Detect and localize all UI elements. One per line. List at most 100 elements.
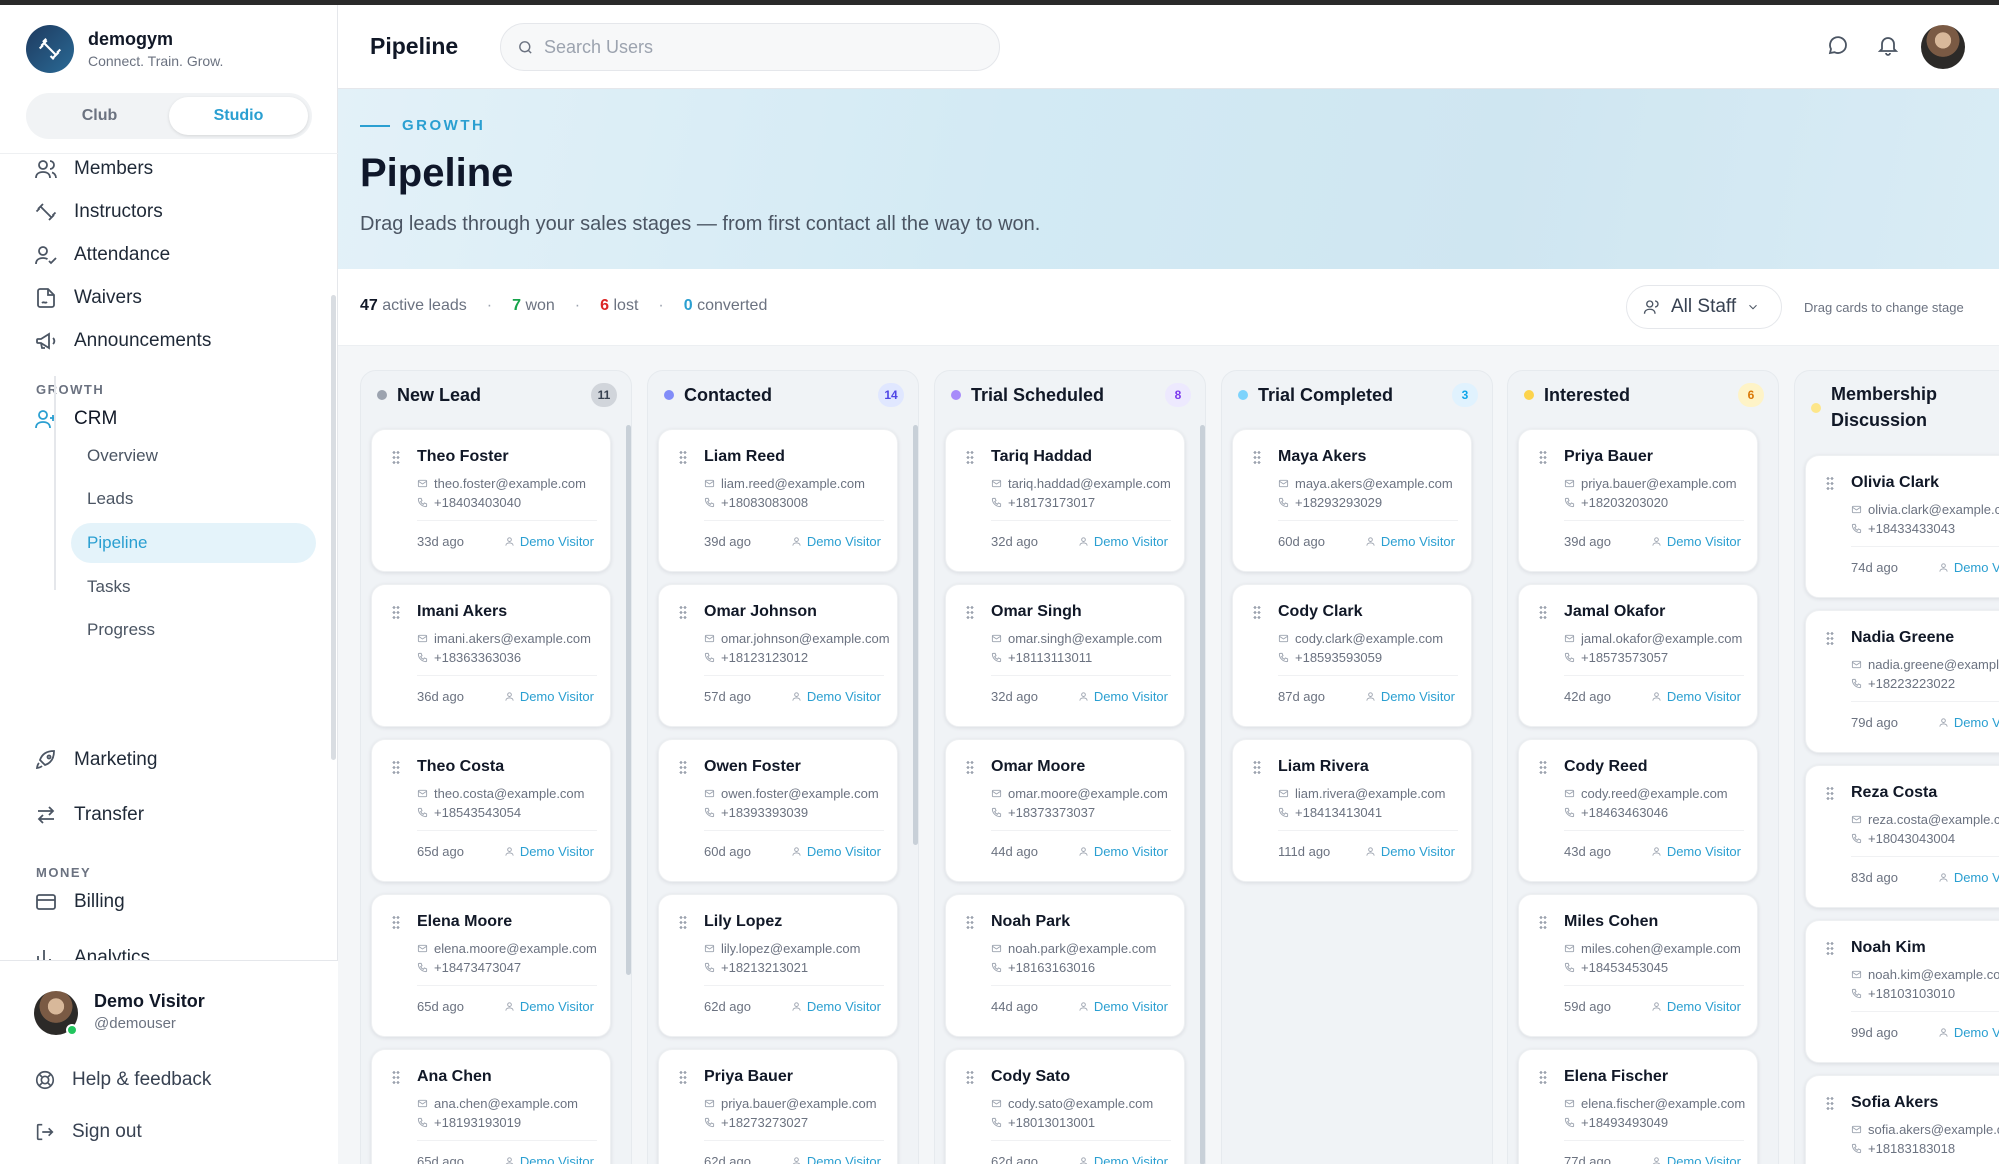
- mode-studio-button[interactable]: Studio: [169, 97, 308, 135]
- lead-card[interactable]: Liam Rivera liam.rivera@example.com +18413…: [1232, 739, 1472, 882]
- avatar[interactable]: [1921, 25, 1965, 69]
- column-scrollbar[interactable]: [913, 425, 918, 845]
- lead-card[interactable]: Cody Clark cody.clark@example.com +1859359…: [1232, 584, 1472, 727]
- lead-owner[interactable]: Demo Visitor: [1651, 999, 1741, 1014]
- lead-card[interactable]: Liam Reed liam.reed@example.com +180830830…: [658, 429, 898, 572]
- lead-card[interactable]: Cody Sato cody.sato@example.com +180130130…: [945, 1049, 1185, 1164]
- column-scrollbar[interactable]: [1200, 425, 1205, 1164]
- sidebar-item-attendance[interactable]: Attendance: [34, 243, 170, 267]
- drag-handle-icon[interactable]: [679, 760, 687, 774]
- drag-handle-icon[interactable]: [1539, 450, 1547, 464]
- lead-card[interactable]: Elena Fischer elena.fischer@example.com +1…: [1518, 1049, 1758, 1164]
- sidebar-item-transfer[interactable]: Transfer: [34, 803, 144, 827]
- lead-owner[interactable]: Demo Visitor: [1938, 1025, 1999, 1040]
- sidebar-subitem-overview[interactable]: Overview: [71, 436, 316, 476]
- sidebar-item-members[interactable]: Members: [34, 157, 153, 181]
- lead-owner[interactable]: Demo Visitor: [1078, 534, 1168, 549]
- lead-card[interactable]: Maya Akers maya.akers@example.com +1829329…: [1232, 429, 1472, 572]
- lead-owner[interactable]: Demo Visitor: [1078, 1154, 1168, 1164]
- drag-handle-icon[interactable]: [1253, 450, 1261, 464]
- drag-handle-icon[interactable]: [1826, 941, 1834, 955]
- lead-owner[interactable]: Demo Visitor: [1938, 870, 1999, 885]
- drag-handle-icon[interactable]: [392, 760, 400, 774]
- sidebar-item-waivers[interactable]: Waivers: [34, 286, 142, 310]
- sidebar-subitem-pipeline[interactable]: Pipeline: [71, 523, 316, 563]
- lead-card[interactable]: Theo Costa theo.costa@example.com +1854354…: [371, 739, 611, 882]
- mode-club-button[interactable]: Club: [30, 97, 169, 135]
- lead-card[interactable]: Omar Singh omar.singh@example.com +1811311…: [945, 584, 1185, 727]
- drag-handle-icon[interactable]: [1539, 915, 1547, 929]
- lead-card[interactable]: Noah Kim noah.kim@example.com +18103103010…: [1805, 920, 1999, 1063]
- sidebar-subitem-leads[interactable]: Leads: [71, 479, 316, 519]
- lead-owner[interactable]: Demo Visitor: [1938, 560, 1999, 575]
- lead-owner[interactable]: Demo Visitor: [1078, 999, 1168, 1014]
- drag-handle-icon[interactable]: [966, 1070, 974, 1084]
- search-input[interactable]: [544, 36, 964, 58]
- lead-card[interactable]: Elena Moore elena.moore@example.com +18473…: [371, 894, 611, 1037]
- lead-owner[interactable]: Demo Visitor: [791, 689, 881, 704]
- drag-handle-icon[interactable]: [392, 450, 400, 464]
- lead-owner[interactable]: Demo Visitor: [1078, 844, 1168, 859]
- sidebar-item-billing[interactable]: Billing: [34, 890, 125, 914]
- drag-handle-icon[interactable]: [679, 605, 687, 619]
- drag-handle-icon[interactable]: [392, 1070, 400, 1084]
- messages-button[interactable]: [1826, 33, 1852, 59]
- lead-card[interactable]: Nadia Greene nadia.greene@example.com +182…: [1805, 610, 1999, 753]
- lead-card[interactable]: Priya Bauer priya.bauer@example.com +18203…: [1518, 429, 1758, 572]
- drag-handle-icon[interactable]: [679, 450, 687, 464]
- sidebar-scrollbar[interactable]: [331, 295, 336, 760]
- lead-owner[interactable]: Demo Visitor: [1651, 689, 1741, 704]
- notifications-button[interactable]: [1876, 33, 1902, 59]
- drag-handle-icon[interactable]: [1826, 786, 1834, 800]
- lead-owner[interactable]: Demo Visitor: [1651, 534, 1741, 549]
- drag-handle-icon[interactable]: [1539, 605, 1547, 619]
- lead-owner[interactable]: Demo Visitor: [1365, 844, 1455, 859]
- lead-card[interactable]: Cody Reed cody.reed@example.com +184634630…: [1518, 739, 1758, 882]
- pipeline-column[interactable]: Contacted 14 Liam Reed liam.reed@example.co…: [647, 370, 919, 1164]
- lead-card[interactable]: Miles Cohen miles.cohen@example.com +18453…: [1518, 894, 1758, 1037]
- sidebar-item-crm[interactable]: CRM: [34, 407, 117, 431]
- lead-owner[interactable]: Demo Visitor: [504, 689, 594, 704]
- help-feedback-link[interactable]: Help & feedback: [34, 1069, 211, 1091]
- pipeline-column[interactable]: Interested 6 Priya Bauer priya.bauer@exampl…: [1507, 370, 1779, 1164]
- drag-handle-icon[interactable]: [1826, 476, 1834, 490]
- lead-card[interactable]: Imani Akers imani.akers@example.com +18363…: [371, 584, 611, 727]
- lead-owner[interactable]: Demo Visitor: [791, 1154, 881, 1164]
- drag-handle-icon[interactable]: [1253, 760, 1261, 774]
- lead-owner[interactable]: Demo Visitor: [791, 534, 881, 549]
- lead-owner[interactable]: Demo Visitor: [1365, 534, 1455, 549]
- drag-handle-icon[interactable]: [966, 915, 974, 929]
- drag-handle-icon[interactable]: [1253, 605, 1261, 619]
- drag-handle-icon[interactable]: [1826, 1096, 1834, 1110]
- lead-card[interactable]: Olivia Clark olivia.clark@example.com +184…: [1805, 455, 1999, 598]
- lead-card[interactable]: Sofia Akers sofia.akers@example.com +18183…: [1805, 1075, 1999, 1164]
- drag-handle-icon[interactable]: [1539, 1070, 1547, 1084]
- column-scrollbar[interactable]: [626, 425, 631, 975]
- sidebar-subitem-tasks[interactable]: Tasks: [71, 567, 316, 607]
- sidebar-item-marketing[interactable]: Marketing: [34, 748, 157, 772]
- drag-handle-icon[interactable]: [392, 915, 400, 929]
- pipeline-column[interactable]: New Lead 11 Theo Foster theo.foster@example…: [360, 370, 632, 1164]
- lead-owner[interactable]: Demo Visitor: [791, 999, 881, 1014]
- lead-owner[interactable]: Demo Visitor: [1651, 844, 1741, 859]
- lead-owner[interactable]: Demo Visitor: [504, 999, 594, 1014]
- lead-owner[interactable]: Demo Visitor: [1365, 689, 1455, 704]
- lead-owner[interactable]: Demo Visitor: [504, 844, 594, 859]
- drag-handle-icon[interactable]: [1539, 760, 1547, 774]
- pipeline-column[interactable]: Trial Scheduled 8 Tariq Haddad tariq.haddad…: [934, 370, 1206, 1164]
- lead-owner[interactable]: Demo Visitor: [1078, 689, 1168, 704]
- lead-card[interactable]: Jamal Okafor jamal.okafor@example.com +185…: [1518, 584, 1758, 727]
- drag-handle-icon[interactable]: [966, 605, 974, 619]
- drag-handle-icon[interactable]: [679, 915, 687, 929]
- lead-card[interactable]: Noah Park noah.park@example.com +181631630…: [945, 894, 1185, 1037]
- drag-handle-icon[interactable]: [1826, 631, 1834, 645]
- sidebar-subitem-progress[interactable]: Progress: [71, 610, 316, 650]
- lead-owner[interactable]: Demo Visitor: [504, 1154, 594, 1164]
- sidebar-item-announcements[interactable]: Announcements: [34, 329, 211, 353]
- lead-card[interactable]: Priya Bauer priya.bauer@example.com +18273…: [658, 1049, 898, 1164]
- staff-filter-dropdown[interactable]: All Staff: [1626, 285, 1782, 329]
- lead-card[interactable]: Ana Chen ana.chen@example.com +18193193019…: [371, 1049, 611, 1164]
- pipeline-column[interactable]: Trial Completed 3 Maya Akers maya.akers@exa…: [1221, 370, 1493, 1164]
- lead-card[interactable]: Theo Foster theo.foster@example.com +18403…: [371, 429, 611, 572]
- lead-card[interactable]: Omar Johnson omar.johnson@example.com +181…: [658, 584, 898, 727]
